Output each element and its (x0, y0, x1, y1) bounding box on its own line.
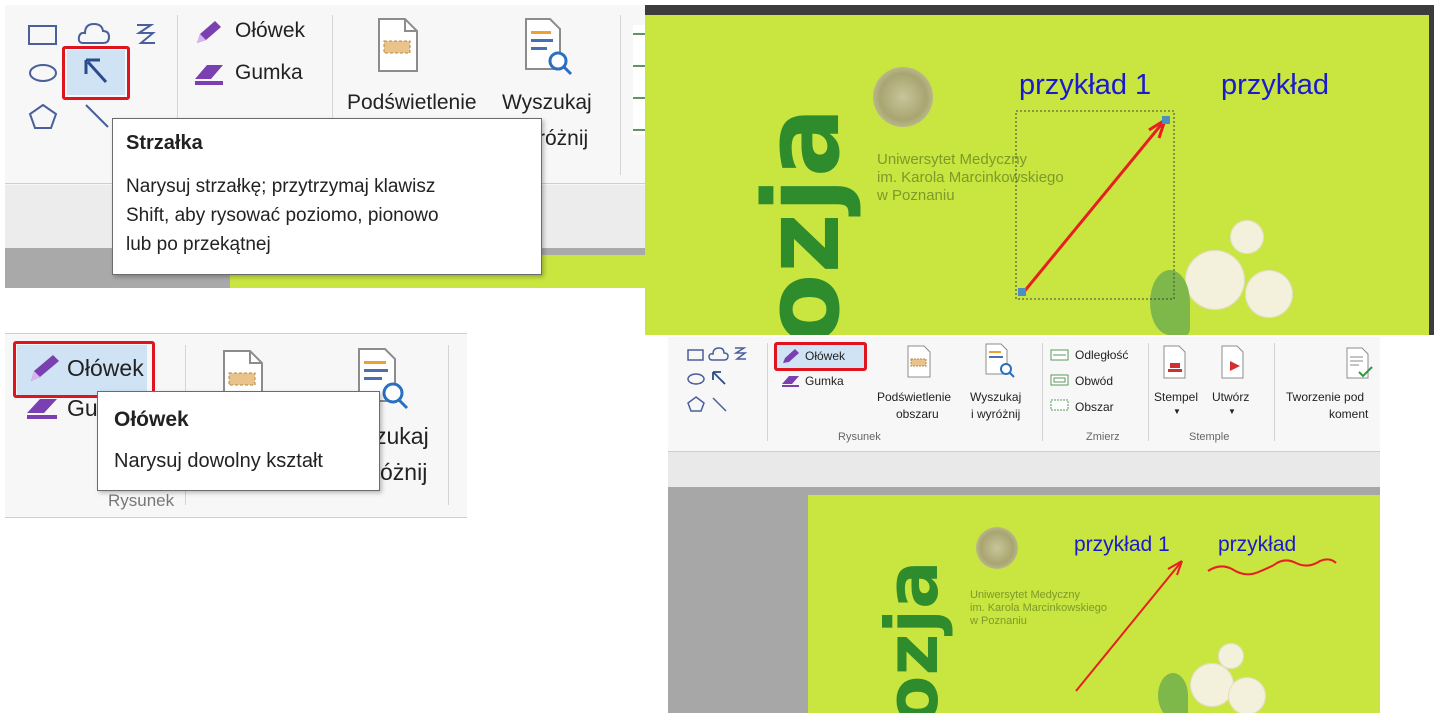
ribbon-separator (1148, 343, 1149, 441)
stamp-label[interactable]: Stempel (1154, 390, 1198, 404)
panel-b-document-view: ozja Uniwersytet Medyczny im. Karola Mar… (645, 5, 1434, 335)
flower-decoration (1190, 663, 1234, 707)
panel-a-ribbon: Ołówek Gumka Podświetlenie Wyszukaj różn… (5, 5, 645, 288)
flower-decoration (1218, 643, 1244, 669)
pencil-icon[interactable] (191, 17, 225, 47)
ribbon-bottom-line (5, 517, 467, 518)
tooltip-line: Shift, aby rysować poziomo, pionowo (126, 205, 439, 226)
ribbon-separator (620, 15, 621, 175)
tooltip-line: Narysuj dowolny kształt (114, 450, 323, 472)
area-highlight-icon[interactable] (375, 17, 419, 73)
panel-d-app-view: Ołówek Gumka Podświetlenie obszaru Wyszu… (668, 337, 1380, 713)
flower-decoration (1245, 270, 1293, 318)
chevron-down-icon[interactable]: ▼ (1228, 407, 1236, 416)
university-seal (873, 67, 933, 127)
ellipse-icon[interactable] (27, 61, 59, 85)
flower-decoration (1185, 250, 1245, 310)
perimeter-label[interactable]: Obwód (1075, 374, 1113, 388)
document-page: ozja Uniwersytet Medyczny im. Karola Mar… (645, 15, 1429, 335)
search-highlight-label-line2[interactable]: óżnij (380, 459, 427, 486)
measure-icons-partial[interactable] (633, 25, 645, 135)
area-label[interactable]: Obszar (1075, 400, 1114, 414)
create-stamp-icon[interactable] (1220, 345, 1248, 381)
area-highlight-label-line2[interactable]: obszaru (896, 407, 939, 421)
ellipse-icon[interactable] (686, 371, 706, 387)
pencil-label[interactable]: Ołówek (235, 19, 305, 43)
eraser-icon[interactable] (191, 57, 227, 89)
ribbon-separator (1274, 343, 1275, 441)
pencil-tool-highlight-frame (774, 342, 867, 371)
area-icon[interactable] (1050, 398, 1070, 412)
area-highlight-label[interactable]: Podświetlenie (877, 390, 951, 404)
search-highlight-label[interactable]: Wyszukaj (502, 91, 592, 115)
arrow-annotation[interactable] (1013, 108, 1178, 304)
search-highlight-label[interactable]: zukaj (375, 423, 429, 450)
flower-decoration (1230, 220, 1264, 254)
eraser-icon[interactable] (23, 391, 63, 425)
distance-icon[interactable] (1050, 348, 1070, 362)
arrow-tooltip: Strzałka Narysuj strzałkę; przytrzymaj k… (112, 118, 542, 275)
group-label-measure: Zmierz (1086, 431, 1120, 443)
tooltip-line: lub po przekątnej (126, 234, 271, 255)
line-icon[interactable] (80, 101, 114, 131)
annotation-text-1[interactable]: przykład 1 (1019, 69, 1151, 102)
comment-summary-label[interactable]: Tworzenie pod (1286, 390, 1364, 404)
university-seal (976, 527, 1018, 569)
pencil-annotation[interactable] (1204, 551, 1344, 585)
eraser-icon[interactable] (780, 372, 802, 390)
ribbon-bottom-line (668, 451, 1380, 452)
cloud-icon[interactable] (77, 19, 111, 47)
eraser-label[interactable]: Gumka (235, 61, 303, 85)
search-highlight-label-line2[interactable]: różnij (538, 127, 588, 151)
ribbon-separator (448, 345, 449, 505)
group-label-stamps: Stemple (1189, 431, 1230, 443)
ribbon-top-line (5, 333, 467, 334)
annotation-text-2[interactable]: przykład (1221, 69, 1329, 102)
create-label[interactable]: Utwórz (1212, 390, 1249, 404)
rectangle-icon[interactable] (686, 347, 706, 363)
line-icon[interactable] (710, 395, 728, 413)
panel-c-ribbon: Ołówek Gu zukaj óżnij Rysunek Ołówek Nar… (5, 333, 467, 518)
eraser-label[interactable]: Gumka (805, 374, 844, 388)
tooltip-title: Ołówek (114, 408, 189, 431)
polyline-icon[interactable] (732, 345, 750, 363)
ribbon-separator (767, 343, 768, 441)
flower-decoration (1228, 677, 1266, 713)
chevron-down-icon[interactable]: ▼ (1173, 407, 1181, 416)
polygon-icon[interactable] (686, 395, 706, 413)
distance-label[interactable]: Odległość (1075, 348, 1128, 362)
search-highlight-icon[interactable] (522, 17, 574, 77)
eraser-label[interactable]: Gu (67, 395, 98, 422)
stamp-icon[interactable] (1162, 345, 1190, 381)
arrow-icon[interactable] (710, 369, 728, 387)
ribbon-separator (1042, 343, 1043, 441)
polygon-icon[interactable] (27, 101, 59, 131)
cloud-icon[interactable] (708, 345, 730, 363)
pencil-tool-highlight-frame (13, 341, 155, 398)
group-label-drawing: Rysunek (838, 431, 881, 443)
arrow-annotation[interactable] (1070, 557, 1190, 697)
cover-title: ozja (870, 560, 954, 713)
comment-summary-icon[interactable] (1345, 347, 1375, 381)
pencil-tooltip: Ołówek Narysuj dowolny kształt (97, 391, 380, 491)
perimeter-icon[interactable] (1050, 373, 1070, 387)
tooltip-title: Strzałka (126, 132, 203, 154)
rectangle-icon[interactable] (27, 23, 59, 47)
search-highlight-label-line2[interactable]: i wyróżnij (971, 407, 1020, 421)
search-highlight-label[interactable]: Wyszukaj (970, 390, 1021, 404)
cover-title: ozja (741, 107, 863, 335)
area-highlight-icon[interactable] (906, 345, 932, 379)
polyline-icon[interactable] (131, 19, 161, 49)
group-label-drawing: Rysunek (108, 491, 175, 510)
comment-summary-label-line2[interactable]: koment (1329, 407, 1368, 421)
tooltip-line: Narysuj strzałkę; przytrzymaj klawisz (126, 176, 436, 197)
annotation-text-1[interactable]: przykład 1 (1074, 533, 1170, 557)
search-highlight-icon[interactable] (984, 343, 1016, 379)
arrow-tool-highlight-frame (62, 46, 130, 100)
area-highlight-label[interactable]: Podświetlenie (347, 91, 477, 115)
document-page: ozja Uniwersytet Medyczny im. Karola Mar… (808, 495, 1380, 713)
